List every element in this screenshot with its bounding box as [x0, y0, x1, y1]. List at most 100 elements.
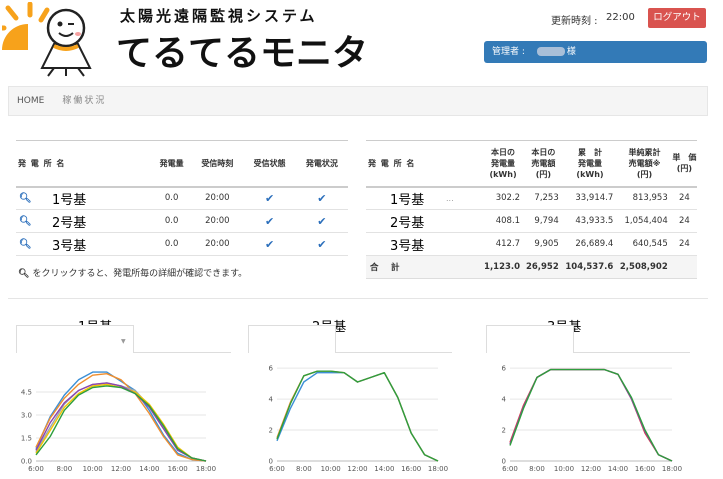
x-tick-label: 16:00 [401, 465, 421, 473]
total-row: 合 計 1,123.0 26,952 104,537.6 2,508,902 [366, 255, 697, 279]
note-text: をクリックすると、発電所毎の詳細が確認できます。 [32, 269, 248, 279]
col-today-yen: 本日の 売電額 (円) [524, 140, 563, 188]
x-tick-label: 18:00 [196, 465, 216, 473]
header-line: (円) [535, 169, 552, 179]
y-tick-label: 3.0 [21, 412, 32, 420]
y-tick-label: 1.5 [21, 435, 32, 443]
header-line: 累 計 [578, 147, 602, 157]
col-gen-state: 発電状況 [295, 140, 348, 188]
today-kwh: 412.7 [482, 232, 525, 256]
header-line: 本日の [491, 147, 516, 157]
check-icon: ✔ [295, 186, 348, 210]
chart-selector-1[interactable] [16, 325, 134, 353]
col-unit-price: 単 価 (円) [671, 140, 697, 188]
total-kwh: 26,689.4 [562, 232, 618, 256]
teru-teru-bozu-logo [2, 2, 92, 77]
total-total-kwh: 104,537.6 [562, 255, 618, 279]
section-divider [8, 298, 708, 299]
series-line [509, 368, 673, 462]
x-tick-label: 16:00 [635, 465, 655, 473]
header-line: 単純累計 [628, 147, 661, 157]
magnifier-icon[interactable]: 🔍︎ [16, 186, 52, 210]
magnifier-icon[interactable]: 🔍︎ [16, 232, 52, 256]
unit-price: 24 [671, 232, 697, 256]
recv-time: 20:00 [191, 186, 244, 210]
x-tick-label: 12:00 [111, 465, 131, 473]
extra-text [446, 209, 482, 233]
header-line: 本日の [531, 147, 556, 157]
col-total-yen: 単純累計 売電額※ (円) [617, 140, 672, 188]
series-line [35, 385, 207, 462]
breadcrumb: HOME 稼働状況 [8, 86, 708, 116]
check-icon: ✔ [295, 209, 348, 233]
total-yen: 1,054,404 [617, 209, 672, 233]
series-line [35, 383, 207, 462]
header: 太陽光遠隔監視システム てるてるモニタ 更新時刻 : 22:00 ログアウト 管… [0, 0, 723, 82]
chart-selector-2[interactable] [248, 325, 336, 353]
total-today-kwh: 1,123.0 [482, 255, 525, 279]
extra-text [446, 232, 482, 256]
header-line: 発電量 [491, 158, 516, 168]
header-line: (円) [676, 164, 693, 174]
chart-3: 02466:00 8:00 10:00 12:00 14:00 16:00 18:00 [502, 365, 683, 473]
summary-table-header: 発 電 所 名 本日の 発電量 (kWh) 本日の 売電額 (円) 累 計発電量 (kWh… [366, 140, 697, 188]
recv-time: 20:00 [191, 232, 244, 256]
recv-time: 20:00 [191, 209, 244, 233]
y-tick-label: 4 [502, 396, 507, 404]
update-time-label: 更新時刻 : [551, 16, 598, 27]
series-line [276, 370, 439, 462]
total-label: 合 計 [366, 255, 482, 279]
series-line [276, 371, 439, 462]
power-value: 0.0 [152, 232, 192, 256]
station-name: 2号基 [366, 209, 446, 233]
panel-rule-1 [134, 352, 231, 353]
x-tick-label: 14:00 [139, 465, 159, 473]
table-row: 1号基 ... 302.2 7,253 33,914.7 813,953 24 [366, 186, 697, 210]
station-name: 1号基 [52, 186, 152, 210]
logout-button[interactable]: ログアウト [648, 8, 706, 28]
breadcrumb-current: 稼働状況 [62, 96, 107, 106]
total-today-yen: 26,952 [524, 255, 563, 279]
chart-2: 02466:00 8:00 10:00 12:00 14:00 16:00 18:00 [269, 365, 449, 473]
x-tick-label: 6:00 [269, 465, 285, 473]
total-kwh: 33,914.7 [562, 186, 618, 210]
y-tick-label: 4.5 [21, 389, 32, 397]
x-tick-label: 6:00 [502, 465, 518, 473]
total-total-yen: 2,508,902 [617, 255, 672, 279]
app-subtitle: 太陽光遠隔監視システム [120, 7, 318, 25]
today-yen: 9,794 [524, 209, 563, 233]
total-kwh: 43,933.5 [562, 209, 618, 233]
power-value: 0.0 [152, 209, 192, 233]
header-line: 売電額 [531, 158, 556, 168]
total-yen: 813,953 [617, 186, 672, 210]
x-tick-label: 12:00 [581, 465, 601, 473]
x-tick-label: 16:00 [168, 465, 188, 473]
unit-price: 24 [671, 186, 697, 210]
magnifier-icon: 🔍︎ [18, 269, 30, 279]
station-name: 3号基 [52, 232, 152, 256]
col-station-name: 発 電 所 名 [16, 140, 152, 188]
table-row: 3号基 412.7 9,905 26,689.4 640,545 24 [366, 232, 697, 256]
today-yen: 7,253 [524, 186, 563, 210]
check-icon: ✔ [243, 232, 296, 256]
chevron-down-icon: ▼ [121, 338, 126, 345]
chart-selector-3[interactable] [486, 325, 574, 353]
x-tick-label: 10:00 [554, 465, 574, 473]
col-station-name: 発 電 所 名 [366, 140, 482, 188]
check-icon: ✔ [243, 209, 296, 233]
magnifier-icon[interactable]: 🔍︎ [16, 209, 52, 233]
header-line: (円) [636, 169, 653, 179]
app-title: てるてるモニタ [116, 33, 369, 74]
x-tick-label: 14:00 [374, 465, 394, 473]
check-icon: ✔ [295, 232, 348, 256]
extra-text: ... [446, 186, 482, 210]
col-recv-state: 受信状態 [243, 140, 296, 188]
x-tick-label: 6:00 [28, 465, 44, 473]
header-line: 売電額※ [628, 158, 661, 168]
col-total-kwh: 累 計発電量 (kWh) [562, 140, 618, 188]
x-tick-label: 18:00 [428, 465, 448, 473]
breadcrumb-home[interactable]: HOME [17, 96, 44, 106]
station-name: 2号基 [52, 209, 152, 233]
today-kwh: 408.1 [482, 209, 525, 233]
panel-rule-3 [574, 352, 690, 353]
